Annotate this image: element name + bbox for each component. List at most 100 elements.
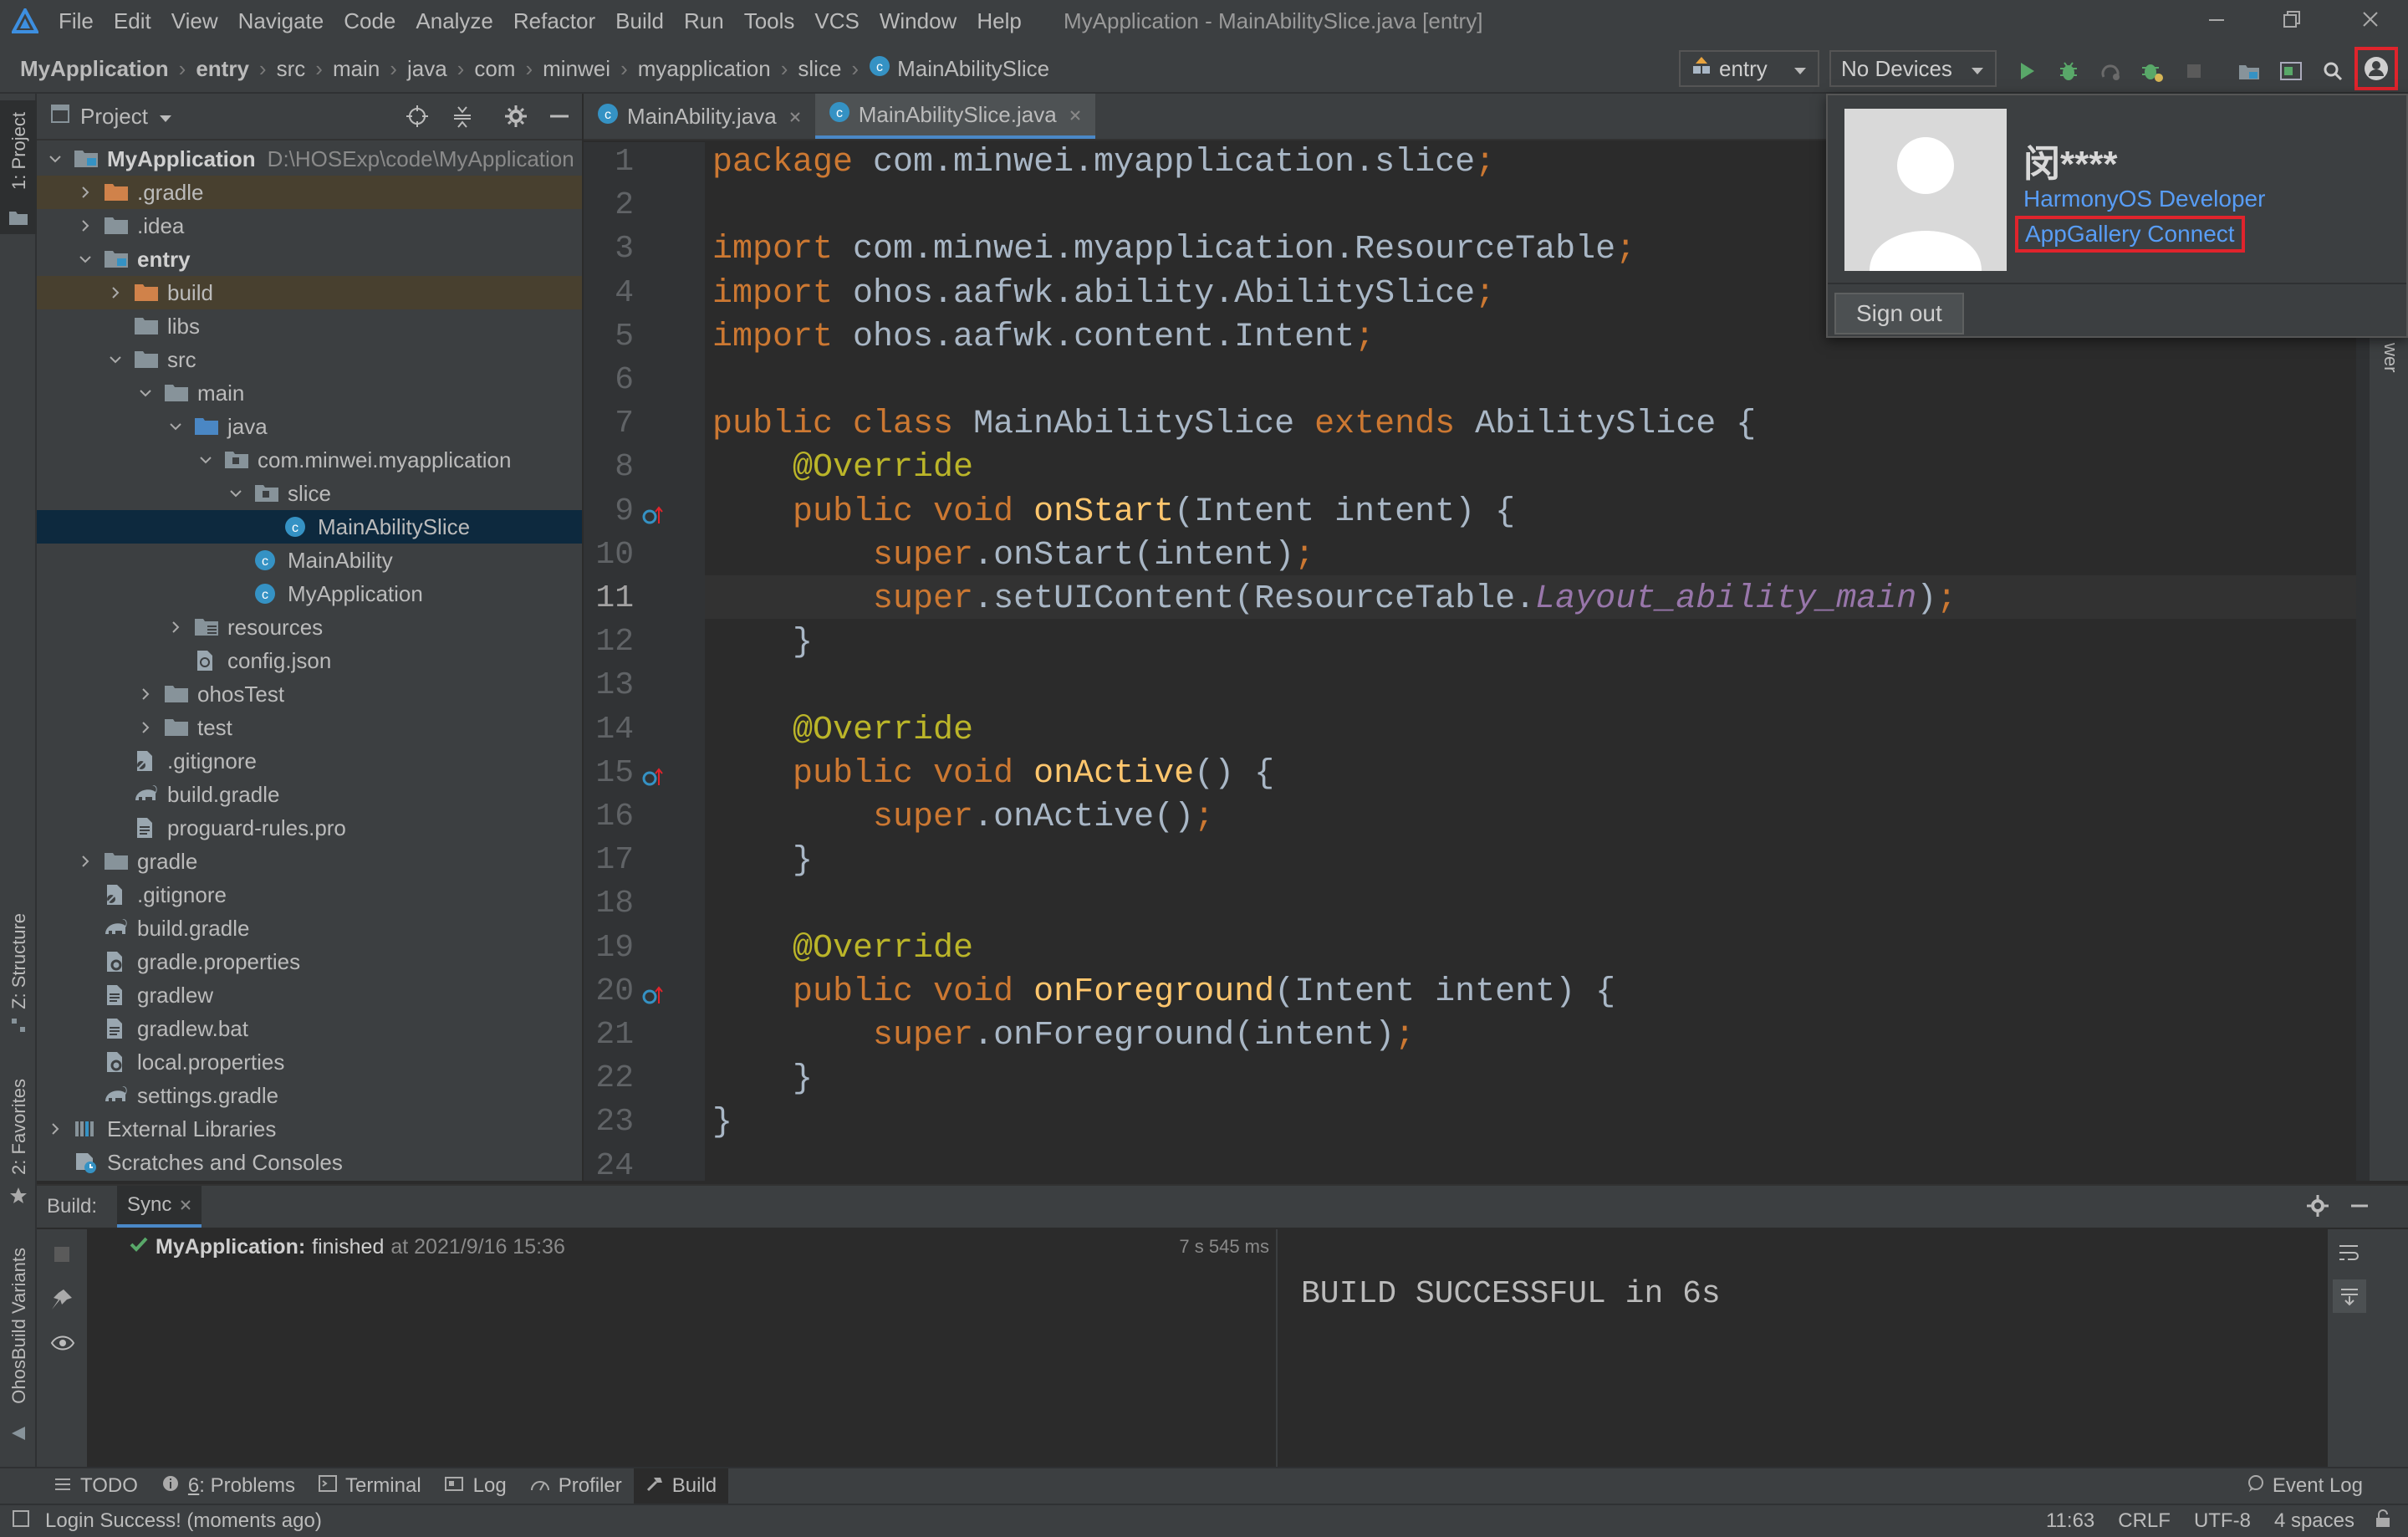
- tree-item[interactable]: local.properties: [37, 1045, 582, 1079]
- tab-problems[interactable]: 6: Problems: [150, 1468, 307, 1504]
- tree-item[interactable]: .gradle: [37, 176, 582, 209]
- close-tab-icon[interactable]: [1069, 102, 1082, 128]
- breadcrumb-item[interactable]: slice: [798, 56, 841, 82]
- lock-icon[interactable]: [2375, 1509, 2391, 1534]
- tab-sync[interactable]: Sync: [117, 1186, 202, 1228]
- structure-tool-label[interactable]: Z: Structure: [8, 913, 30, 1009]
- scroll-to-end-icon[interactable]: [2333, 1279, 2366, 1313]
- tree-item[interactable]: .gitignore: [37, 878, 582, 911]
- breadcrumb-item[interactable]: main: [333, 56, 380, 82]
- line-separator[interactable]: CRLF: [2118, 1509, 2171, 1533]
- tree-item[interactable]: gradlew: [37, 978, 582, 1012]
- override-marker-icon[interactable]: [640, 503, 666, 533]
- stop-build-icon[interactable]: [52, 1244, 72, 1270]
- breadcrumb-item[interactable]: minwei: [543, 56, 610, 82]
- menu-navigate[interactable]: Navigate: [238, 8, 324, 34]
- restore-icon[interactable]: [2279, 7, 2304, 38]
- status-message[interactable]: Login Success! (moments ago): [45, 1509, 322, 1533]
- tree-item[interactable]: entry: [37, 243, 582, 276]
- module-selector[interactable]: entry: [1679, 50, 1819, 87]
- tree-item[interactable]: ohosTest: [37, 677, 582, 711]
- tree-item[interactable]: gradlew.bat: [37, 1012, 582, 1045]
- project-tool-tab[interactable]: 1: Project: [0, 100, 37, 234]
- chevron-right-icon[interactable]: [47, 1121, 64, 1137]
- appgallery-connect-link[interactable]: AppGallery Connect: [2015, 216, 2245, 253]
- override-marker-icon[interactable]: [640, 765, 666, 794]
- account-button[interactable]: [2354, 47, 2398, 90]
- menu-edit[interactable]: Edit: [114, 8, 151, 34]
- tree-item[interactable]: gradle.properties: [37, 945, 582, 978]
- menu-run[interactable]: Run: [684, 8, 724, 34]
- menu-file[interactable]: File: [59, 8, 94, 34]
- file-encoding[interactable]: UTF-8: [2194, 1509, 2251, 1533]
- chevron-down-icon[interactable]: [107, 351, 124, 368]
- chevron-right-icon[interactable]: [137, 686, 154, 702]
- project-structure-icon[interactable]: [2232, 54, 2266, 88]
- build-output[interactable]: BUILD SUCCESSFUL in 6s: [1276, 1229, 2328, 1467]
- hide-panel-icon[interactable]: [547, 104, 572, 135]
- chevron-right-icon[interactable]: [107, 284, 124, 301]
- right-tool-label[interactable]: wer: [2380, 343, 2401, 372]
- tree-item[interactable]: c MainAbilitySlice: [37, 510, 582, 544]
- tab-event-log[interactable]: Event Log: [2234, 1468, 2375, 1504]
- tree-item[interactable]: resources: [37, 610, 582, 644]
- chevron-right-icon[interactable]: [137, 719, 154, 736]
- tree-item[interactable]: build.gradle: [37, 778, 582, 811]
- chevron-down-icon[interactable]: [137, 385, 154, 401]
- tree-item[interactable]: build: [37, 276, 582, 309]
- hide-panel-icon[interactable]: [2348, 1194, 2371, 1223]
- tree-item[interactable]: Scratches and Consoles: [37, 1146, 582, 1179]
- breadcrumb-item[interactable]: src: [277, 56, 306, 82]
- breadcrumb-item[interactable]: entry: [196, 56, 249, 82]
- tree-item[interactable]: java: [37, 410, 582, 443]
- debug-icon[interactable]: [2052, 54, 2085, 88]
- breadcrumb-item[interactable]: com: [474, 56, 515, 82]
- stop-icon[interactable]: [2177, 54, 2211, 88]
- close-window-icon[interactable]: [2358, 7, 2383, 38]
- gear-icon[interactable]: [2306, 1194, 2329, 1223]
- override-marker-icon[interactable]: [640, 983, 666, 1013]
- tree-item[interactable]: libs: [37, 309, 582, 343]
- tree-item[interactable]: proguard-rules.pro: [37, 811, 582, 845]
- tree-item[interactable]: settings.gradle: [37, 1079, 582, 1112]
- chevron-down-icon[interactable]: [227, 485, 244, 502]
- tab-mainability[interactable]: c MainAbility.java: [584, 94, 815, 139]
- chevron-down-icon[interactable]: [197, 452, 214, 468]
- tree-item[interactable]: gradle: [37, 845, 582, 878]
- chevron-right-icon[interactable]: [167, 619, 184, 636]
- run-icon[interactable]: [2010, 54, 2043, 88]
- menu-help[interactable]: Help: [977, 8, 1021, 34]
- tree-item[interactable]: main: [37, 376, 582, 410]
- tree-item[interactable]: test: [37, 711, 582, 744]
- build-variants-label[interactable]: OhosBuild Variants: [8, 1248, 30, 1404]
- favorites-tool-label[interactable]: 2: Favorites: [8, 1079, 30, 1175]
- close-tab-icon[interactable]: [788, 104, 802, 130]
- attach-debugger-icon[interactable]: [2094, 54, 2127, 88]
- menu-build[interactable]: Build: [615, 8, 664, 34]
- tree-item[interactable]: slice: [37, 477, 582, 510]
- tab-todo[interactable]: TODO: [42, 1468, 150, 1504]
- breadcrumb-item[interactable]: MyApplication: [20, 56, 169, 82]
- menu-refactor[interactable]: Refactor: [513, 8, 595, 34]
- gear-icon[interactable]: [503, 104, 528, 135]
- pin-icon[interactable]: [50, 1288, 74, 1317]
- collapse-all-icon[interactable]: [450, 104, 475, 135]
- search-icon[interactable]: [2316, 54, 2349, 88]
- menu-vcs[interactable]: VCS: [814, 8, 859, 34]
- device-selector[interactable]: No Devices: [1829, 50, 1997, 87]
- locate-icon[interactable]: [405, 104, 430, 135]
- eye-icon[interactable]: [50, 1333, 75, 1359]
- chevron-down-icon[interactable]: [77, 251, 94, 268]
- chevron-right-icon[interactable]: [77, 853, 94, 870]
- tree-item[interactable]: MyApplication D:\HOSExp\code\MyApplicatio…: [37, 142, 582, 176]
- tree-item[interactable]: External Libraries: [37, 1112, 582, 1146]
- chevron-right-icon[interactable]: [77, 217, 94, 234]
- menu-tools[interactable]: Tools: [744, 8, 795, 34]
- device-manager-icon[interactable]: [2274, 54, 2308, 88]
- minimize-icon[interactable]: [2204, 7, 2229, 38]
- close-tab-icon[interactable]: [180, 1193, 191, 1217]
- harmonyos-developer-link[interactable]: HarmonyOS Developer: [2023, 186, 2265, 212]
- soft-wrap-icon[interactable]: [2336, 1241, 2361, 1272]
- tree-item[interactable]: config.json: [37, 644, 582, 677]
- sign-out-button[interactable]: Sign out: [1834, 293, 1964, 334]
